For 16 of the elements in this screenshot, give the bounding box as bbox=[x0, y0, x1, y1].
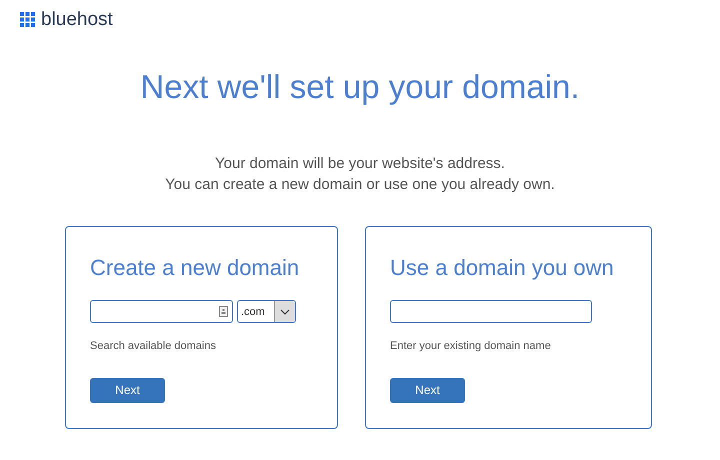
logo-text: bluehost bbox=[41, 10, 113, 28]
intro-text: You can create a new domain or use one you already own. bbox=[165, 175, 555, 196]
chevron-down-icon bbox=[280, 308, 290, 315]
logo-icon bbox=[20, 12, 35, 26]
intro-text: Your domain will be your website's address. bbox=[215, 154, 505, 174]
field-hint: Enter your existing domain name bbox=[390, 339, 552, 354]
next-button[interactable]: Next bbox=[90, 378, 165, 403]
field-hint: Search available domains bbox=[90, 339, 217, 354]
tld-select[interactable]: .com bbox=[237, 300, 296, 324]
card-title: Create a new domain bbox=[90, 254, 300, 282]
next-button[interactable]: Next bbox=[390, 378, 465, 403]
page-heading: Next we'll set up your domain. bbox=[139, 67, 581, 107]
card-title: Use a domain you own bbox=[390, 254, 615, 282]
contact-card-icon bbox=[219, 306, 228, 318]
domain-input[interactable] bbox=[90, 300, 233, 324]
domain-input[interactable] bbox=[390, 300, 592, 324]
